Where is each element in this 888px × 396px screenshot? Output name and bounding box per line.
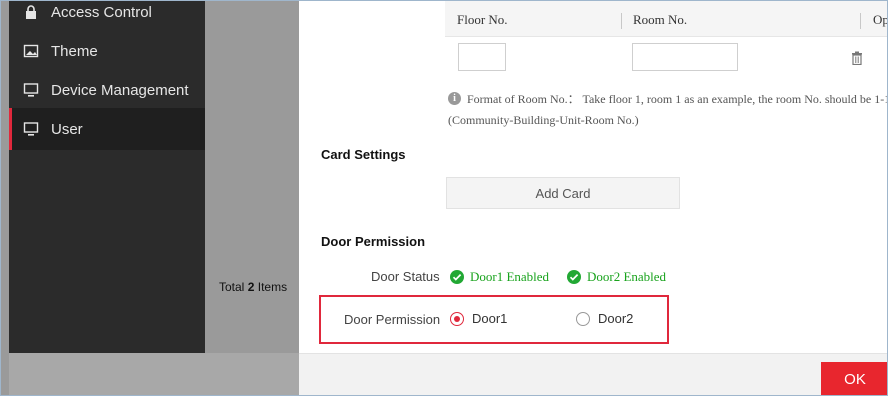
sidebar-item-label: Device Management xyxy=(51,81,189,99)
total-items-count: Total 2 Items xyxy=(219,280,288,294)
dialog-footer: OK xyxy=(299,353,887,395)
check-circle-icon xyxy=(450,270,464,284)
sidebar-item-label: Theme xyxy=(51,42,98,60)
lock-icon xyxy=(23,4,39,20)
sidebar-item-label: User xyxy=(51,120,83,138)
column-operation: Op xyxy=(873,12,888,27)
column-floor-no: Floor No. xyxy=(457,12,508,27)
list-area-backdrop xyxy=(205,1,299,353)
sidebar-item-access-control[interactable]: Access Control xyxy=(9,1,205,33)
ok-button[interactable]: OK xyxy=(821,362,887,395)
column-separator xyxy=(621,13,622,29)
column-room-no: Room No. xyxy=(633,12,688,27)
door-status-label: Door Status xyxy=(371,269,440,284)
sidebar-item-theme[interactable]: Theme xyxy=(9,30,205,72)
monitor-icon xyxy=(23,82,39,98)
door1-status: Door1 Enabled xyxy=(450,269,549,285)
room-format-hint: Format of Room No.： Take floor 1, room 1… xyxy=(467,92,888,106)
app-window: Access Control Theme Device Management U… xyxy=(0,0,888,396)
add-card-button[interactable]: Add Card xyxy=(446,177,680,209)
image-icon xyxy=(23,43,39,59)
door2-status: Door2 Enabled xyxy=(567,269,666,285)
room-no-input[interactable] xyxy=(632,43,738,71)
column-separator xyxy=(860,13,861,29)
floor-no-input[interactable] xyxy=(458,43,506,71)
card-settings-title: Card Settings xyxy=(321,147,406,162)
annotation-highlight-box xyxy=(319,295,669,344)
sidebar-item-user[interactable]: User xyxy=(9,108,205,150)
monitor-icon xyxy=(23,121,39,137)
backdrop-bottom xyxy=(9,353,299,395)
sidebar-item-label: Access Control xyxy=(51,3,152,21)
sidebar: Access Control Theme Device Management U… xyxy=(9,1,205,353)
sidebar-item-device-management[interactable]: Device Management xyxy=(9,69,205,111)
check-circle-icon xyxy=(567,270,581,284)
info-icon: i xyxy=(448,92,461,105)
delete-icon[interactable] xyxy=(851,51,863,66)
room-format-hint-example: (Community-Building-Unit-Room No.) xyxy=(448,113,639,127)
door-permission-title: Door Permission xyxy=(321,234,426,249)
